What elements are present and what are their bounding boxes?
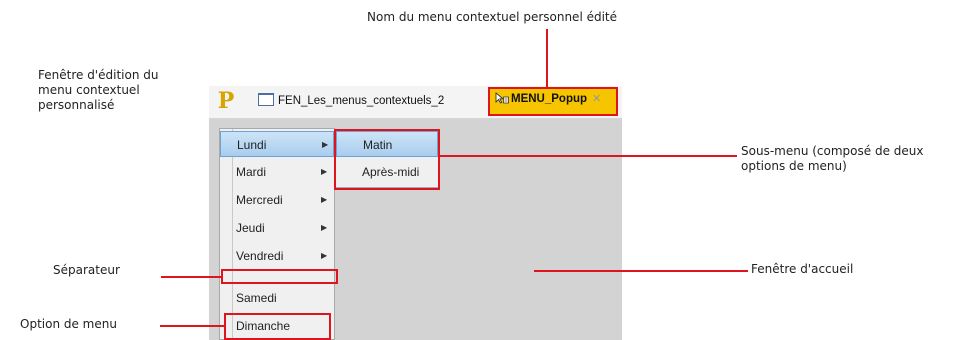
- annotation-separator: Séparateur: [53, 263, 120, 277]
- annotation-editor-window-line2: menu contextuel: [38, 83, 140, 97]
- highlight-submenu: [334, 129, 440, 190]
- connector-separator: [161, 276, 221, 278]
- connector-menu-name: [546, 29, 548, 87]
- connector-menu-option: [160, 325, 224, 327]
- menu-item-samedi[interactable]: Samedi: [220, 285, 334, 311]
- annotation-editor-window-line3: personnalisé: [38, 98, 115, 112]
- submenu-arrow-icon: ▶: [322, 140, 329, 149]
- annotation-editor-window-line1: Fenêtre d'édition du: [38, 68, 159, 82]
- connector-home-window: [534, 270, 748, 272]
- menu-item-label: Samedi: [236, 291, 277, 305]
- tab-window-label: FEN_Les_menus_contextuels_2: [278, 95, 445, 107]
- menu-item-jeudi[interactable]: Jeudi ▶: [220, 215, 334, 241]
- menu-item-label: Mercredi: [236, 193, 283, 207]
- menu-item-lundi[interactable]: Lundi ▶: [220, 131, 334, 157]
- submenu-arrow-icon: ▶: [321, 167, 328, 176]
- highlight-separator: [221, 269, 338, 284]
- menu-item-mardi[interactable]: Mardi ▶: [220, 159, 334, 185]
- submenu-arrow-icon: ▶: [321, 251, 328, 260]
- menu-item-label: Mardi: [236, 165, 267, 179]
- highlight-menu-option: [224, 313, 331, 340]
- annotation-submenu-line1: Sous-menu (composé de deux: [741, 144, 924, 158]
- menu-item-vendredi[interactable]: Vendredi ▶: [220, 243, 334, 269]
- window-icon: [258, 93, 274, 107]
- annotation-menu-option: Option de menu: [20, 317, 117, 331]
- menu-item-label: Lundi: [237, 138, 267, 152]
- highlight-popup-tab: [488, 87, 618, 116]
- submenu-arrow-icon: ▶: [321, 223, 328, 232]
- tab-window[interactable]: FEN_Les_menus_contextuels_2: [254, 88, 474, 114]
- menu-item-mercredi[interactable]: Mercredi ▶: [220, 187, 334, 213]
- menu-item-label: Vendredi: [236, 249, 284, 263]
- connector-submenu: [440, 155, 737, 157]
- annotation-home-window: Fenêtre d'accueil: [751, 262, 854, 276]
- annotation-menu-name: Nom du menu contextuel personnel édité: [367, 10, 618, 24]
- app-logo-icon: P: [217, 88, 235, 114]
- submenu-arrow-icon: ▶: [321, 195, 328, 204]
- annotation-submenu-line2: options de menu): [741, 159, 847, 173]
- menu-item-label: Jeudi: [236, 221, 265, 235]
